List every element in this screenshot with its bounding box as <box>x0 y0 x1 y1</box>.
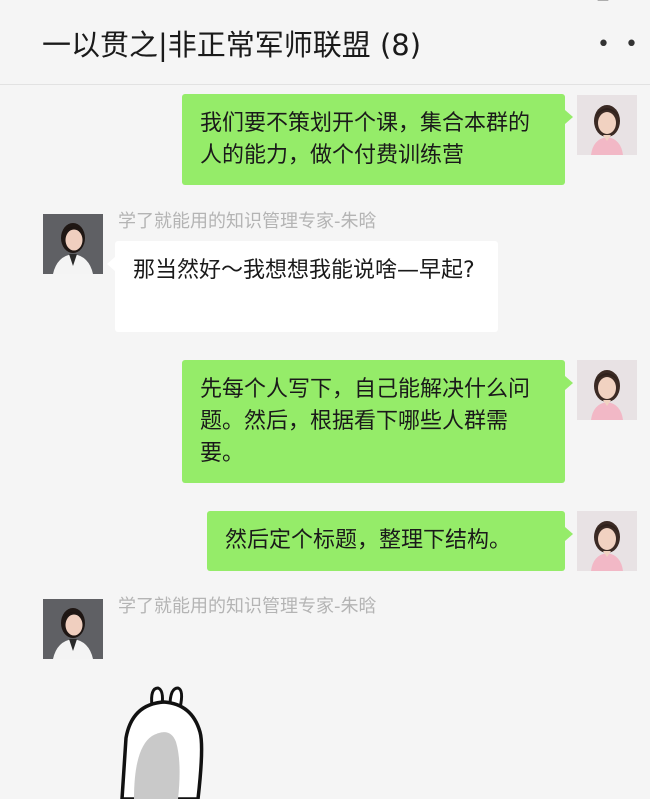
chat-title: 一以贯之|非正常军师联盟 (8) <box>42 28 422 62</box>
pin-icon[interactable]: ✕ <box>476 0 490 2</box>
message-text: 先每个人写下，自己能解决什么问题。然后，根据看下哪些人群需要。 <box>200 377 531 466</box>
message-text: 我们要不策划开个课，集合本群的人的能力，做个付费训练营 <box>200 111 531 168</box>
message-bubble-mine[interactable]: 先每个人写下，自己能解决什么问题。然后，根据看下哪些人群需要。 <box>182 360 573 483</box>
chat-window: ✕ — □ 一以贯之|非正常军师联盟 (8) • • 我们要不策划开个课，集合本… <box>0 0 650 799</box>
message-bubble-mine[interactable]: 然后定个标题，整理下结构。 <box>207 511 573 571</box>
bunny-sticker[interactable] <box>112 682 222 799</box>
message-bubble-other[interactable]: 那当然好～我想想我能说啥—早起? <box>107 241 498 332</box>
message-bubble-mine[interactable]: 我们要不策划开个课，集合本群的人的能力，做个付费训练营 <box>182 94 573 185</box>
message-text: 然后定个标题，整理下结构。 <box>225 528 512 553</box>
maximize-icon[interactable]: □ <box>596 0 610 2</box>
my-avatar[interactable] <box>577 511 637 571</box>
other-avatar[interactable] <box>43 599 103 659</box>
sender-name: 学了就能用的知识管理专家-朱晗 <box>118 211 377 232</box>
other-avatar[interactable] <box>43 214 103 274</box>
window-controls: ✕ — □ <box>476 0 610 2</box>
my-avatar[interactable] <box>577 360 637 420</box>
message-text: 那当然好～我想想我能说啥—早起? <box>133 258 475 283</box>
sender-name: 学了就能用的知识管理专家-朱晗 <box>118 596 377 617</box>
more-icon[interactable]: • • <box>597 34 642 56</box>
minimize-icon[interactable]: — <box>536 0 550 2</box>
chat-header: ✕ — □ 一以贯之|非正常军师联盟 (8) • • <box>0 0 650 85</box>
my-avatar[interactable] <box>577 95 637 155</box>
